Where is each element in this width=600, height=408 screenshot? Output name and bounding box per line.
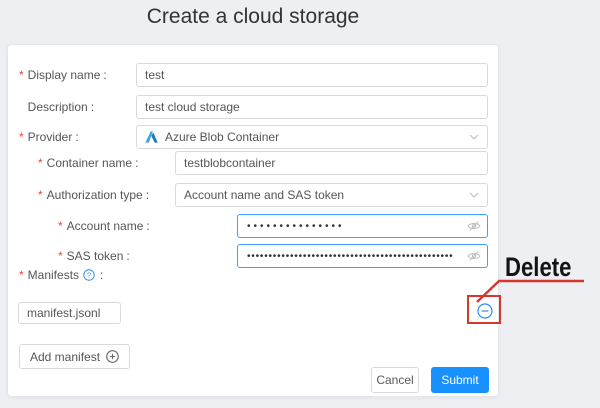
required-asterisk: * [19, 63, 24, 87]
help-icon[interactable]: ? [83, 269, 95, 281]
field-label: SAS token [67, 244, 124, 268]
colon: : [146, 183, 149, 207]
account-name-masked-value[interactable] [247, 221, 467, 232]
required-asterisk: * [58, 244, 63, 268]
required-asterisk: * [19, 267, 24, 283]
colon: : [75, 125, 78, 149]
required-asterisk: * [19, 125, 24, 149]
eye-invisible-icon[interactable] [467, 220, 481, 232]
account-name-input[interactable] [237, 214, 488, 238]
field-label: Account name [67, 214, 144, 238]
required-asterisk: * [38, 151, 43, 175]
minus-circle-icon [477, 303, 493, 319]
container-name-label: * Container name : [38, 151, 138, 175]
add-manifest-label: Add manifest [30, 350, 100, 364]
field-label: Manifests [28, 267, 79, 283]
required-asterisk: * [58, 214, 63, 238]
authorization-type-select[interactable]: Account name and SAS token [175, 183, 488, 207]
manifests-label: * Manifests ? : [19, 267, 103, 283]
provider-select[interactable]: Azure Blob Container [136, 125, 488, 149]
colon: : [146, 214, 149, 238]
azure-icon [145, 131, 158, 143]
chevron-down-icon [469, 192, 479, 198]
form-panel: * Display name : * Description : * Provi… [7, 44, 499, 397]
authorization-type-value: Account name and SAS token [184, 188, 344, 202]
field-label: Provider [28, 125, 73, 149]
account-name-label: * Account name : [58, 214, 150, 238]
sas-token-masked-value[interactable] [247, 251, 467, 262]
manifest-input[interactable] [18, 302, 121, 324]
field-label: Container name [47, 151, 132, 175]
colon: : [135, 151, 138, 175]
sas-token-input[interactable] [237, 244, 488, 268]
page-title: Create a cloud storage [7, 5, 499, 29]
colon: : [103, 63, 106, 87]
provider-value: Azure Blob Container [165, 130, 279, 144]
chevron-down-icon [469, 134, 479, 140]
submit-button[interactable]: Submit [431, 367, 489, 393]
delete-manifest-button[interactable] [477, 303, 493, 319]
eye-invisible-icon[interactable] [467, 250, 481, 262]
field-label: Authorization type [47, 183, 143, 207]
field-label: Display name [28, 63, 101, 87]
add-manifest-button[interactable]: Add manifest [19, 344, 130, 369]
colon: : [126, 244, 129, 268]
container-name-input[interactable] [175, 151, 488, 175]
authorization-type-label: * Authorization type : [38, 183, 149, 207]
provider-label: * Provider : [19, 125, 79, 149]
svg-text:?: ? [87, 271, 91, 280]
description-label: * Description : [19, 95, 94, 119]
required-asterisk: * [38, 183, 43, 207]
plus-circle-icon [106, 350, 119, 363]
display-name-input[interactable] [136, 63, 488, 87]
delete-annotation-label: Delete [505, 252, 571, 283]
description-input[interactable] [136, 95, 488, 119]
colon: : [91, 95, 94, 119]
colon: : [100, 267, 103, 283]
sas-token-label: * SAS token : [58, 244, 130, 268]
field-label: Description [28, 95, 88, 119]
cancel-button[interactable]: Cancel [371, 367, 419, 393]
display-name-label: * Display name : [19, 63, 107, 87]
